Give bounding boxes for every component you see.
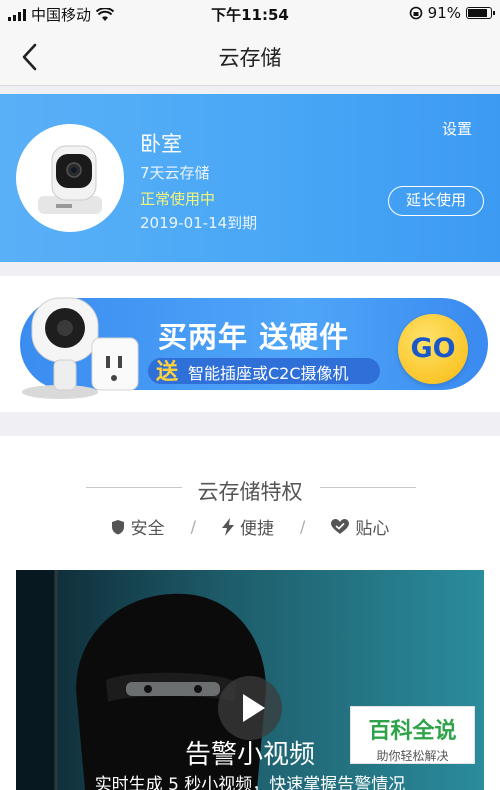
shield-icon: [111, 519, 124, 534]
battery-percent: 91%: [427, 4, 461, 22]
camera-image-icon: [38, 145, 102, 214]
feature-caring: 贴心: [331, 514, 389, 539]
features-row: 安全 / 便捷 / 贴心: [0, 514, 500, 539]
features-title: 云存储特权: [197, 480, 303, 504]
divider-right: [320, 487, 416, 488]
promo-sub-text: 智能插座或C2C摄像机: [188, 364, 349, 383]
device-status: 正常使用中: [140, 190, 216, 208]
page-title: 云存储: [218, 46, 282, 70]
nav-bar: 云存储: [0, 28, 500, 86]
watermark-brand: 百科全说: [368, 719, 457, 744]
extend-button[interactable]: 延长使用: [388, 186, 484, 216]
status-bar: 中国移动 下午11:54 91%: [0, 0, 500, 28]
feature-separator: /: [190, 517, 196, 536]
battery-icon: [466, 7, 495, 19]
device-card: 卧室 7天云存储 正常使用中 2019-01-14到期 设置 延长使用: [0, 94, 500, 262]
watermark-slogan: 助你轻松解决: [376, 749, 449, 763]
feature-label: 便捷: [240, 519, 274, 539]
rotation-lock-icon: [409, 6, 422, 20]
device-expire-date: 2019-01-14到期: [140, 214, 258, 232]
promo-sub-emphasis: 送: [156, 360, 179, 385]
camera-avatar: [16, 124, 124, 232]
lightning-icon: [222, 517, 234, 536]
go-button[interactable]: GO: [398, 314, 468, 384]
promo-devices-image: [22, 297, 139, 399]
feature-label: 贴心: [355, 519, 390, 539]
feature-convenient: 便捷: [222, 514, 274, 539]
promo-headline: 买两年 送硬件: [158, 320, 350, 354]
device-name: 卧室: [140, 132, 182, 156]
page: 中国移动 下午11:54 91% 云存储 卧室 7天云存储 正常使用中 2019…: [0, 0, 500, 790]
device-plan: 7天云存储: [140, 164, 210, 182]
play-button[interactable]: [218, 676, 282, 740]
status-right: 91%: [409, 4, 495, 22]
video-description: 实时生成 5 秒小视频，快速掌握告警情况: [94, 775, 406, 790]
settings-link[interactable]: 设置: [442, 118, 472, 139]
feature-separator: /: [300, 517, 306, 536]
feature-security: 安全: [111, 514, 165, 539]
watermark: 百科全说 助你轻松解决: [350, 706, 475, 764]
feature-label: 安全: [130, 519, 165, 539]
heart-icon: [331, 518, 350, 534]
